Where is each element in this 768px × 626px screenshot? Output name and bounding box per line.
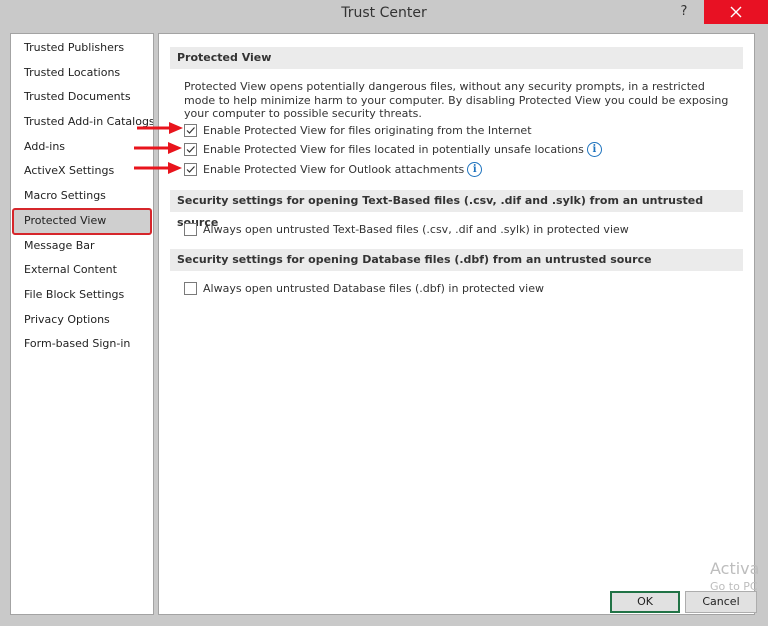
option-unsafe-locations[interactable]: Enable Protected View for files located … — [184, 141, 602, 157]
sidebar-item-macro-settings[interactable]: Macro Settings — [11, 184, 153, 209]
sidebar-item-trusted-publishers[interactable]: Trusted Publishers — [11, 36, 153, 61]
protected-view-description: Protected View opens potentially dangero… — [184, 80, 729, 120]
text-based-files-checkbox[interactable] — [184, 222, 197, 236]
annotation-arrow-icon — [137, 122, 183, 134]
internet-files-checkbox[interactable] — [184, 123, 197, 137]
sidebar-item-protected-view[interactable]: Protected View — [12, 207, 152, 235]
window-title: Trust Center — [341, 5, 427, 21]
sidebar-item-privacy-options[interactable]: Privacy Options — [11, 308, 153, 333]
info-icon[interactable]: i — [586, 141, 602, 157]
option-internet-files[interactable]: Enable Protected View for files originat… — [184, 122, 532, 138]
option-database-files[interactable]: Always open untrusted Database files (.d… — [184, 280, 544, 296]
sidebar-item-trusted-documents[interactable]: Trusted Documents — [11, 85, 153, 110]
close-icon — [730, 6, 742, 18]
cancel-button[interactable]: Cancel — [685, 591, 757, 613]
annotation-arrow-icon — [134, 142, 182, 154]
watermark-line-1: Activa — [710, 559, 760, 578]
option-outlook-attachments[interactable]: Enable Protected View for Outlook attach… — [184, 161, 483, 177]
sidebar: Trusted Publishers Trusted Locations Tru… — [10, 33, 154, 615]
sidebar-item-external-content[interactable]: External Content — [11, 258, 153, 283]
unsafe-locations-checkbox[interactable] — [184, 142, 197, 156]
checkmark-icon — [186, 165, 195, 173]
annotation-arrow-icon — [134, 162, 182, 174]
sidebar-item-form-based-sign-in[interactable]: Form-based Sign-in — [11, 332, 153, 357]
title-bar: Trust Center ? — [0, 0, 768, 28]
checkmark-icon — [186, 145, 195, 153]
database-header: Security settings for opening Database f… — [170, 249, 743, 271]
database-files-checkbox[interactable] — [184, 281, 197, 295]
outlook-attachments-checkbox[interactable] — [184, 162, 197, 176]
text-based-files-label: Always open untrusted Text-Based files (… — [203, 222, 629, 236]
sidebar-item-activex-settings[interactable]: ActiveX Settings — [11, 159, 153, 184]
outlook-attachments-label: Enable Protected View for Outlook attach… — [203, 162, 465, 176]
unsafe-locations-label: Enable Protected View for files located … — [203, 142, 584, 156]
sidebar-item-add-ins[interactable]: Add-ins — [11, 135, 153, 160]
text-based-header: Security settings for opening Text-Based… — [170, 190, 743, 229]
sidebar-item-message-bar[interactable]: Message Bar — [11, 234, 153, 259]
sidebar-item-file-block-settings[interactable]: File Block Settings — [11, 283, 153, 308]
close-button[interactable] — [704, 0, 768, 24]
help-button[interactable]: ? — [676, 0, 692, 24]
option-text-based-files[interactable]: Always open untrusted Text-Based files (… — [184, 221, 629, 237]
database-files-label: Always open untrusted Database files (.d… — [203, 281, 544, 295]
info-icon[interactable]: i — [467, 161, 483, 177]
settings-panel: Protected View Protected View opens pote… — [158, 33, 755, 615]
sidebar-item-trusted-add-in-catalogs[interactable]: Trusted Add-in Catalogs — [11, 110, 153, 135]
checkmark-icon — [186, 126, 195, 134]
sidebar-item-trusted-locations[interactable]: Trusted Locations — [11, 61, 153, 86]
protected-view-header: Protected View — [170, 47, 743, 69]
ok-button[interactable]: OK — [610, 591, 680, 613]
internet-files-label: Enable Protected View for files originat… — [203, 123, 532, 137]
